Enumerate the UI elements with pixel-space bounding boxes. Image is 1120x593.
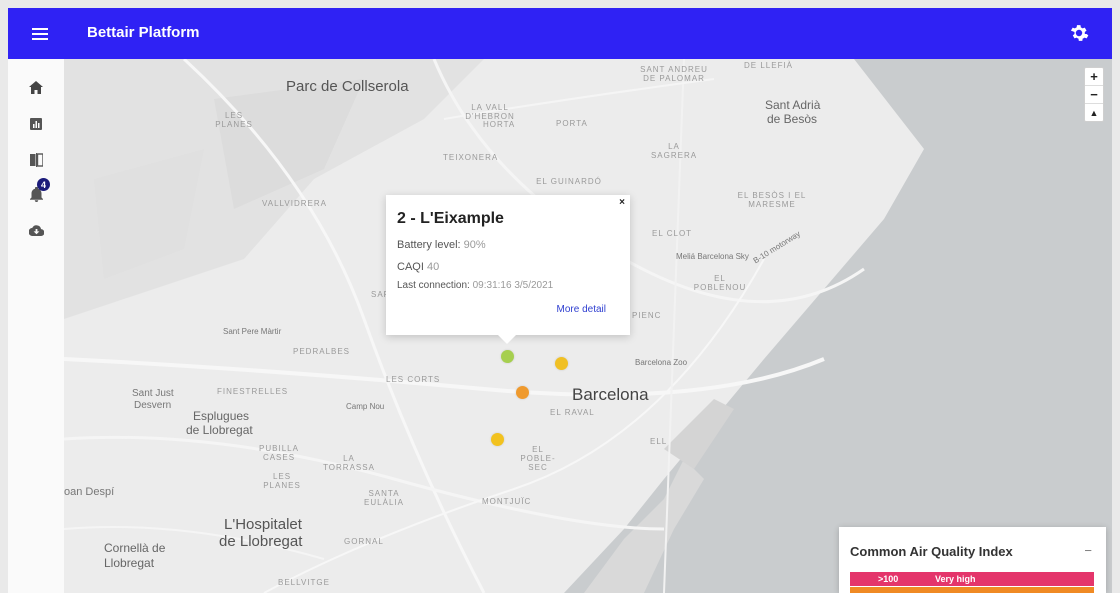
map-label-les-planes: LES PLANES (215, 111, 253, 129)
map-label-llefia: DE LLEFIÀ (744, 61, 794, 70)
map-label-gornal: GORNAL (344, 537, 384, 546)
map-label-cornella-1: Cornellà de (104, 541, 166, 555)
map-label-sant-pere: Sant Pere Màrtir (223, 327, 282, 336)
map-label-esplugues-1: Esplugues (193, 409, 250, 423)
map-label-pubilla-cases: PUBILLA CASES (259, 444, 299, 462)
map-label-horta: HORTA (483, 120, 516, 129)
map-label-vallvidrera: VALLVIDRERA (262, 199, 327, 208)
map-label-zoo: Barcelona Zoo (635, 358, 688, 367)
legend-row-very-high: >100 Very high (850, 572, 1094, 586)
battery-label: Battery level: (397, 239, 461, 251)
map-label-porta: PORTA (556, 119, 588, 128)
map-label-besos-maresme: EL BESÒS I EL MARESME (737, 191, 807, 209)
top-app-bar: Bettair Platform (8, 8, 1112, 59)
sidebar-item-alerts[interactable]: 4 (22, 178, 50, 208)
zoom-in-button[interactable]: + (1085, 68, 1103, 86)
sidebar-item-download[interactable] (22, 216, 50, 244)
zoom-out-button[interactable]: − (1085, 86, 1103, 104)
map-label-el-clot: EL CLOT (652, 229, 693, 238)
home-icon (29, 80, 43, 94)
cloud-download-icon (28, 224, 44, 236)
map-label-fort-pienc: PIENC (632, 311, 662, 320)
map-label-camp-nou: Camp Nou (346, 402, 385, 411)
map-view[interactable]: Parc de Collserola Sant Adrià de Besòs D… (64, 59, 1112, 593)
alert-count-badge: 4 (37, 178, 50, 191)
last-connection-label: Last connection: (397, 280, 470, 291)
sidebar-item-home[interactable] (22, 73, 50, 101)
popup-last-connection-row: Last connection: 09:31:16 3/5/2021 (397, 280, 553, 291)
popup-caqi-row: CAQI 40 (397, 261, 439, 273)
sidebar-item-compare[interactable] (22, 146, 50, 174)
map-label-la-torrassa: LA TORRASSA (323, 454, 375, 472)
map-label-montjuic: MONTJUÏC (482, 497, 532, 506)
last-connection-value: 09:31:16 3/5/2021 (472, 280, 554, 291)
menu-icon[interactable] (28, 22, 52, 46)
sensor-marker[interactable] (555, 357, 568, 370)
map-label-hospitalet-2: de Llobregat (219, 533, 303, 550)
map-label-poblenou: EL POBLENOU (693, 274, 747, 292)
map-label-cornella-2: Llobregat (104, 556, 155, 570)
app-title: Bettair Platform (87, 24, 200, 41)
map-label-ciutat-vella: ELL (650, 437, 668, 446)
compass-button[interactable]: ▲ (1085, 104, 1103, 121)
sidebar-item-statistics[interactable] (22, 110, 50, 138)
legend-range: >100 (878, 574, 899, 584)
sensor-marker[interactable] (491, 433, 504, 446)
more-detail-link[interactable]: More detail (557, 304, 606, 315)
map-label-de-besos: de Besòs (767, 112, 818, 126)
map-label-collserola: Parc de Collserola (286, 78, 409, 95)
sensor-marker[interactable] (516, 386, 529, 399)
map-label-les-planes-2: LES PLANES (263, 472, 301, 490)
popup-title: 2 - L'Eixample (397, 210, 504, 227)
map-label-sant-just-1: Sant Just (132, 388, 174, 399)
caqi-legend: Common Air Quality Index − >100 Very hig… (839, 527, 1106, 593)
map-label-les-corts: LES CORTS (386, 375, 441, 384)
map-label-el-guinardo: EL GUINARDÓ (536, 177, 602, 186)
legend-title: Common Air Quality Index (850, 544, 1013, 559)
legend-row-high (850, 587, 1094, 593)
map-label-joan-despi: oan Despí (64, 486, 115, 498)
map-label-santa-eulalia: SANTA EULÀLIA (364, 489, 404, 507)
battery-value: 90% (463, 239, 486, 251)
sensor-popup: × 2 - L'Eixample Battery level: 90% CAQI… (386, 195, 630, 344)
map-label-sant-just-2: Desvern (134, 400, 172, 411)
map-label-poble-sec: EL POBLE-SEC (520, 445, 556, 472)
map-label-la-vall: LA VALL D'HEBRON (465, 103, 515, 121)
zoom-controls: + − ▲ (1084, 67, 1104, 122)
gear-icon[interactable] (1068, 22, 1090, 44)
map-label-sant-andreu: SANT ANDREU DE PALOMAR (640, 65, 708, 83)
bar-chart-icon (30, 118, 42, 130)
map-label-hospitalet-1: L'Hospitalet (224, 516, 302, 533)
popup-battery-row: Battery level: 90% (397, 239, 486, 251)
map-label-sant-adria: Sant Adrià (765, 98, 821, 112)
map-label-finestrelles: FINESTRELLES (217, 387, 289, 396)
sidebar: 4 (8, 59, 65, 593)
map-label-pedralbes: PEDRALBES (293, 347, 351, 356)
legend-collapse-button[interactable]: − (1084, 543, 1092, 558)
sensor-marker[interactable] (501, 350, 514, 363)
caqi-value: 40 (426, 261, 440, 273)
compare-icon (29, 153, 43, 167)
popup-close-button[interactable]: × (619, 197, 625, 208)
map-label-barcelona: Barcelona (572, 385, 649, 404)
map-label-esplugues-2: de Llobregat (186, 423, 253, 437)
map-label-melia: Meliá Barcelona Sky (676, 252, 749, 261)
map-label-teixonera: TEIXONERA (443, 153, 499, 162)
legend-level: Very high (935, 574, 976, 584)
caqi-label: CAQI (397, 261, 424, 273)
map-label-la-sagrera: LA SAGRERA (650, 142, 698, 160)
map-label-bellvitge: BELLVITGE (278, 578, 330, 587)
map-label-el-raval: EL RAVAL (550, 408, 595, 417)
